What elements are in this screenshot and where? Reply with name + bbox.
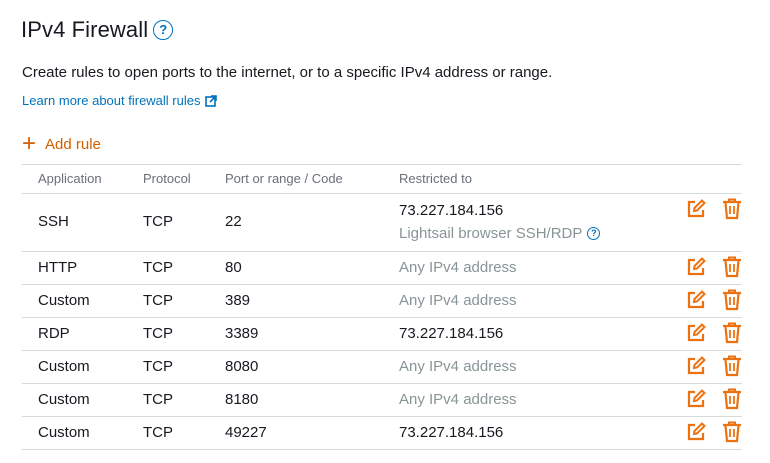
description: Create rules to open ports to the intern… (22, 64, 553, 81)
page-title-text: IPv4 Firewall (21, 17, 149, 42)
cell-port: 3389 (225, 324, 259, 342)
cell-protocol: TCP (143, 324, 173, 342)
cell-application: Custom (38, 390, 90, 408)
row-divider (22, 383, 742, 384)
trash-icon[interactable] (722, 198, 742, 225)
page-title: IPv4 Firewall ? (21, 17, 174, 43)
cell-restricted: Any IPv4 address (399, 357, 517, 375)
trash-icon[interactable] (722, 388, 742, 415)
plus-icon: + (22, 130, 37, 157)
row-divider (22, 350, 742, 351)
column-header-port: Port or range / Code (225, 171, 343, 186)
trash-icon[interactable] (722, 289, 742, 316)
learn-more-link[interactable]: Learn more about firewall rules (22, 93, 218, 108)
trash-icon[interactable] (722, 421, 742, 448)
add-rule-label: Add rule (45, 135, 101, 153)
cell-protocol: TCP (143, 357, 173, 375)
table-top-divider (22, 164, 742, 165)
cell-port: 22 (225, 213, 242, 230)
learn-more-label: Learn more about firewall rules (22, 93, 201, 108)
cell-application: Custom (38, 423, 90, 441)
row-divider (22, 193, 742, 194)
column-header-restricted: Restricted to (399, 171, 472, 186)
row-divider (22, 317, 742, 318)
cell-restricted: Any IPv4 address (399, 258, 517, 276)
cell-application: Custom (38, 291, 90, 309)
column-header-protocol: Protocol (143, 171, 191, 186)
cell-port: 8080 (225, 357, 259, 375)
trash-icon[interactable] (722, 355, 742, 382)
cell-port: 389 (225, 291, 251, 309)
cell-port: 80 (225, 258, 242, 276)
cell-protocol: TCP (143, 423, 173, 441)
cell-restricted: 73.227.184.156 (399, 202, 504, 219)
help-icon[interactable]: ? (153, 20, 174, 40)
external-link-icon (205, 94, 218, 107)
row-divider (22, 449, 742, 450)
cell-restricted: Any IPv4 address (399, 390, 517, 408)
edit-icon[interactable] (686, 322, 706, 348)
edit-icon[interactable] (686, 388, 706, 414)
cell-application: SSH (38, 213, 69, 230)
row-divider (22, 284, 742, 285)
restricted-note-text: Lightsail browser SSH/RDP (399, 225, 583, 242)
cell-restricted: 73.227.184.156 (399, 324, 504, 342)
cell-protocol: TCP (143, 390, 173, 408)
help-icon[interactable]: ? (587, 227, 601, 240)
edit-icon[interactable] (686, 355, 706, 381)
edit-icon[interactable] (686, 421, 706, 447)
row-divider (22, 251, 742, 252)
trash-icon[interactable] (722, 322, 742, 349)
add-rule-button[interactable]: + Add rule (22, 130, 101, 157)
column-header-application: Application (38, 171, 102, 186)
cell-application: HTTP (38, 258, 78, 276)
cell-restricted: Any IPv4 address (399, 291, 517, 309)
cell-application: Custom (38, 357, 90, 375)
edit-icon[interactable] (686, 289, 706, 315)
cell-port: 8180 (225, 390, 259, 408)
cell-port: 49227 (225, 423, 267, 441)
cell-application: RDP (38, 324, 70, 342)
cell-protocol: TCP (143, 258, 173, 276)
restricted-note: Lightsail browser SSH/RDP? (399, 225, 601, 242)
cell-protocol: TCP (143, 213, 173, 230)
row-divider (22, 416, 742, 417)
edit-icon[interactable] (686, 199, 706, 224)
trash-icon[interactable] (722, 256, 742, 283)
cell-protocol: TCP (143, 291, 173, 309)
cell-restricted: 73.227.184.156 (399, 423, 504, 441)
edit-icon[interactable] (686, 256, 706, 282)
